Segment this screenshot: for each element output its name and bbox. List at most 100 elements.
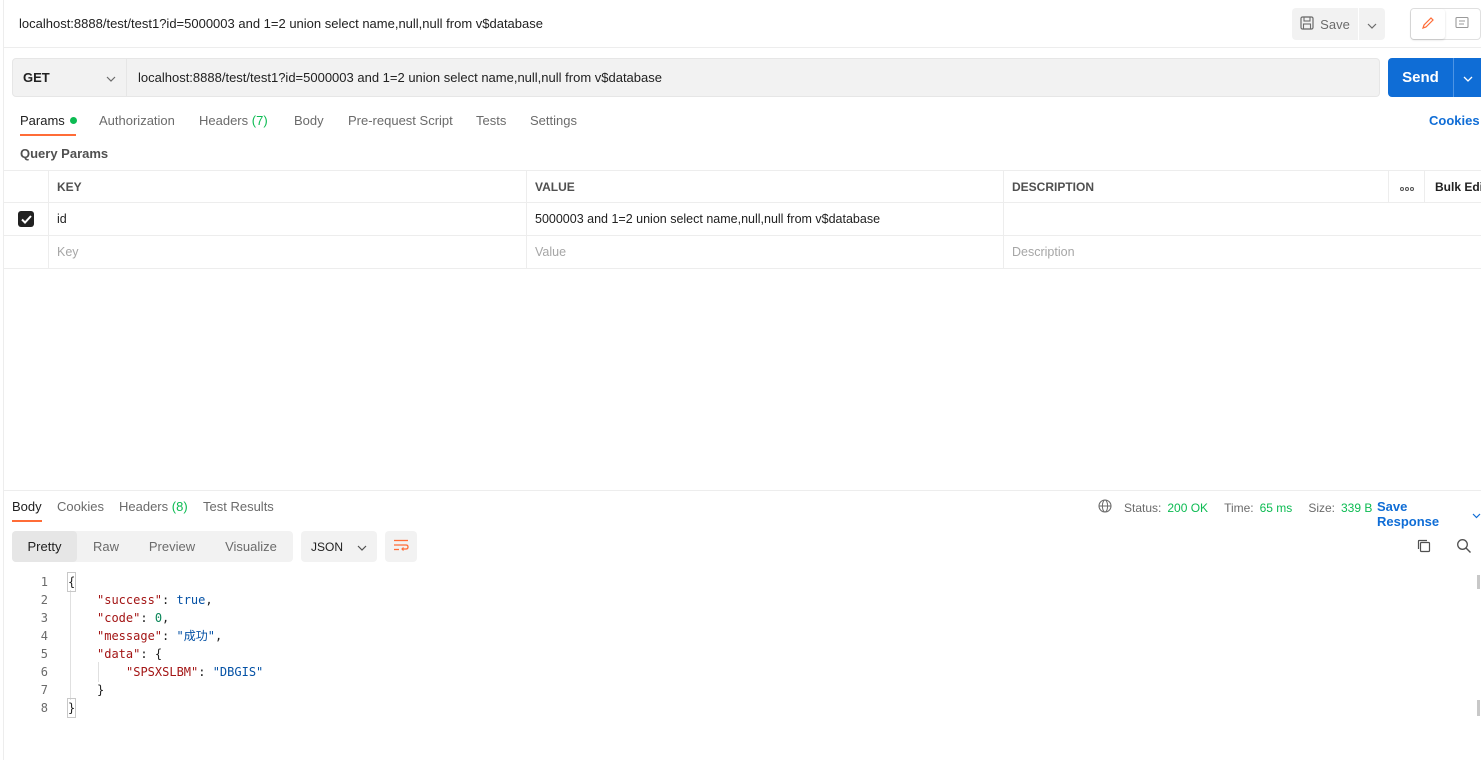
json-separator: : — [140, 611, 155, 625]
response-status-area: Status: 200 OK Time: 65 ms Size: 339 B — [1098, 499, 1372, 516]
json-key: "SPSXSLBM" — [126, 665, 199, 679]
format-tab-raw[interactable]: Raw — [77, 531, 135, 562]
json-value: 0 — [154, 611, 163, 625]
param-description-cell[interactable] — [1003, 203, 1481, 235]
save-button[interactable]: Save — [1292, 8, 1359, 40]
save-response-label: Save Response — [1377, 499, 1440, 529]
line-number: 1 — [40, 575, 48, 589]
table-row-empty: Key Value Description — [4, 236, 1481, 269]
status-value[interactable]: 200 OK — [1167, 501, 1208, 515]
json-value: { — [154, 647, 163, 661]
tab-tests[interactable]: Tests — [476, 113, 506, 128]
save-options-button[interactable] — [1359, 8, 1385, 40]
tab-params[interactable]: Params — [20, 113, 77, 128]
method-label: GET — [23, 70, 50, 85]
more-options-button[interactable] — [1388, 171, 1424, 202]
chevron-down-icon — [106, 70, 116, 85]
json-value: "成功" — [176, 629, 215, 643]
wrap-lines-icon — [393, 539, 409, 554]
scrollbar-marker[interactable] — [1477, 575, 1480, 589]
response-tab-cookies[interactable]: Cookies — [57, 499, 104, 514]
status-label: Status: — [1124, 500, 1162, 515]
param-enabled-checkbox[interactable] — [4, 203, 48, 235]
tab-headers[interactable]: Headers (7) — [199, 113, 268, 128]
format-tab-pretty[interactable]: Pretty — [12, 531, 77, 562]
response-tab-body[interactable]: Body — [12, 499, 42, 514]
line-number: 8 — [40, 701, 48, 715]
tab-authorization[interactable]: Authorization — [99, 113, 175, 128]
url-input[interactable]: localhost:8888/test/test1?id=5000003 and… — [127, 58, 1380, 97]
response-tab-test-results[interactable]: Test Results — [203, 499, 274, 514]
json-separator: : — [198, 665, 213, 679]
line-number: 3 — [40, 611, 48, 625]
json-key: "code" — [97, 611, 141, 625]
chevron-down-icon — [357, 540, 367, 554]
save-response-button[interactable]: Save Response — [1377, 499, 1481, 529]
wrap-lines-button[interactable] — [385, 531, 417, 562]
response-tab-headers[interactable]: Headers (8) — [119, 499, 188, 514]
comments-button[interactable] — [1445, 9, 1479, 39]
scrollbar-marker[interactable] — [1477, 700, 1480, 716]
json-punctuation: , — [214, 629, 223, 643]
response-divider[interactable] — [4, 490, 1481, 491]
send-label: Send — [1402, 69, 1439, 86]
request-title[interactable]: localhost:8888/test/test1?id=5000003 and… — [19, 16, 543, 31]
query-params-label: Query Params — [20, 146, 109, 161]
chevron-down-icon — [1367, 17, 1377, 32]
time-value[interactable]: 65 ms — [1260, 501, 1293, 515]
save-button-group: Save — [1292, 8, 1385, 40]
format-tabs: Pretty Raw Preview Visualize — [12, 531, 293, 562]
language-select[interactable]: JSON — [301, 531, 377, 562]
line-number: 2 — [40, 593, 48, 607]
edit-mode-button[interactable] — [1411, 9, 1445, 39]
param-key-cell[interactable]: id — [48, 203, 526, 235]
param-value-cell[interactable]: 5000003 and 1=2 union select name,null,n… — [526, 203, 1003, 235]
cookies-link[interactable]: Cookies — [1429, 113, 1480, 128]
format-tab-visualize[interactable]: Visualize — [209, 531, 293, 562]
chevron-down-icon — [1463, 70, 1473, 85]
chevron-down-icon — [1472, 507, 1481, 522]
key-input[interactable]: Key — [48, 236, 526, 268]
json-key: "data" — [97, 647, 141, 661]
send-options-button[interactable] — [1454, 58, 1481, 97]
language-label: JSON — [311, 539, 344, 554]
code-line: 2 "success": true, — [0, 591, 1481, 609]
json-key: "success" — [97, 593, 163, 607]
format-tab-preview[interactable]: Preview — [135, 531, 209, 562]
code-text: } — [97, 683, 105, 697]
bulk-edit-button[interactable]: Bulk Edi — [1424, 171, 1481, 202]
tab-settings[interactable]: Settings — [530, 113, 577, 128]
search-icon[interactable] — [1456, 538, 1472, 557]
description-input[interactable]: Description — [1003, 236, 1481, 268]
save-icon — [1300, 15, 1314, 33]
json-value: "DBGIS" — [212, 665, 264, 679]
column-header-value: VALUE — [526, 171, 1003, 202]
time-label: Time: — [1224, 500, 1254, 515]
value-input[interactable]: Value — [526, 236, 1003, 268]
line-number: 4 — [40, 629, 48, 643]
globe-icon[interactable] — [1098, 499, 1112, 516]
checkbox-checked-icon — [18, 211, 34, 227]
active-tab-indicator — [20, 134, 76, 136]
code-line: 6 "SPSXSLBM": "DBGIS" — [0, 663, 1481, 681]
code-text: { — [66, 572, 77, 592]
more-options-icon — [1399, 180, 1414, 194]
send-button[interactable]: Send — [1388, 58, 1454, 97]
response-active-tab-indicator — [12, 520, 42, 522]
tab-prerequest-script[interactable]: Pre-request Script — [348, 113, 453, 128]
json-punctuation: , — [162, 611, 170, 625]
code-line: 3 "code": 0, — [0, 609, 1481, 627]
tab-body[interactable]: Body — [294, 113, 324, 128]
line-number: 6 — [40, 665, 48, 679]
response-tab-headers-count: (8) — [171, 499, 188, 514]
method-select[interactable]: GET — [12, 58, 127, 97]
copy-icon[interactable] — [1416, 538, 1432, 557]
url-text: localhost:8888/test/test1?id=5000003 and… — [138, 70, 662, 85]
params-header-row: KEY VALUE DESCRIPTION Bulk Edi — [4, 170, 1481, 203]
json-value: true — [176, 593, 206, 607]
code-line: 4 "message": "成功", — [0, 627, 1481, 645]
code-line: 1 { — [0, 572, 1481, 592]
size-value[interactable]: 339 B — [1341, 501, 1372, 515]
save-label: Save — [1320, 16, 1350, 32]
table-row: id 5000003 and 1=2 union select name,nul… — [4, 203, 1481, 236]
